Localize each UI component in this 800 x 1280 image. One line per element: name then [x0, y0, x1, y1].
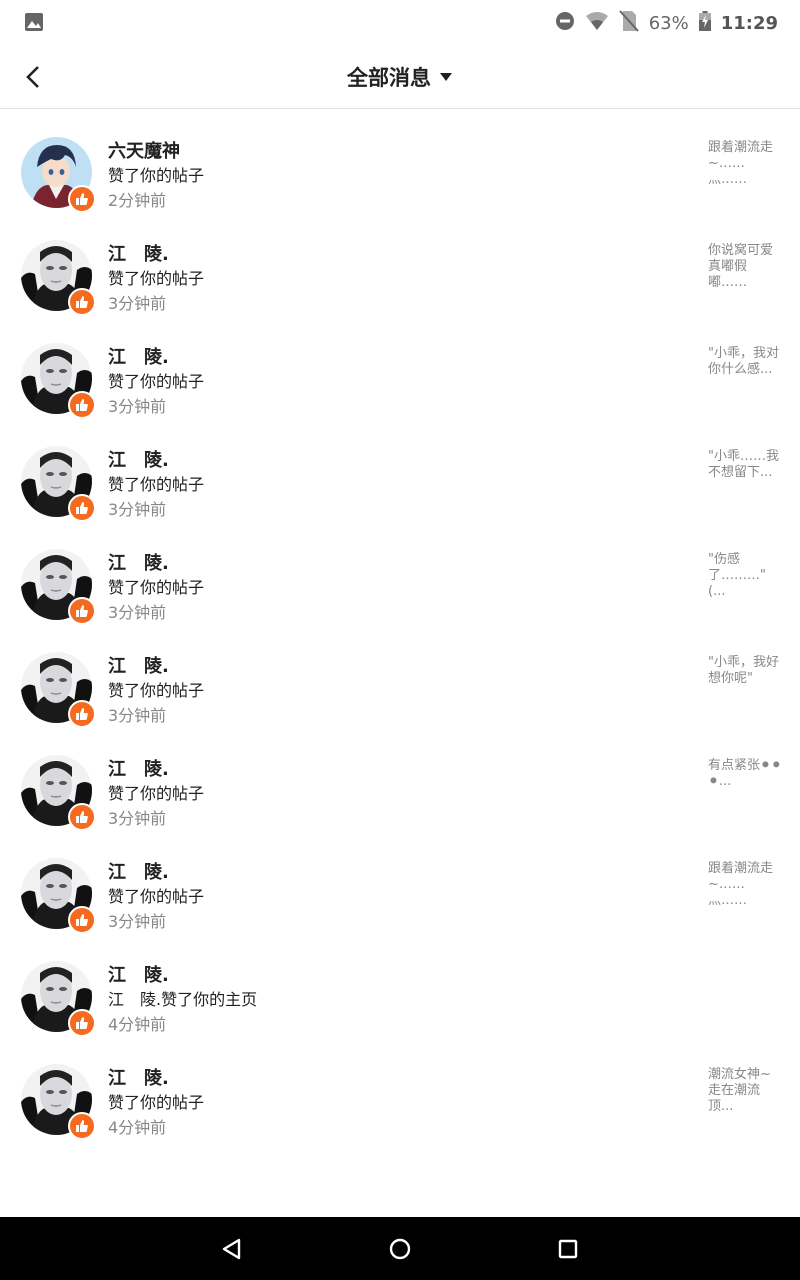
notification-action: 赞了你的帖子: [108, 578, 205, 597]
username[interactable]: 江 陵.: [108, 858, 169, 884]
like-thumb-icon: [68, 1009, 96, 1037]
notification-action: 赞了你的帖子: [108, 681, 205, 700]
post-preview[interactable]: "小乖，我对你什么感...: [708, 346, 782, 378]
notification-item[interactable]: 江 陵. 赞了你的帖子 3分钟前 "伤感了………"(...: [0, 535, 800, 638]
notification-item[interactable]: 江 陵. 赞了你的帖子 3分钟前 "小乖，我对你什么感...: [0, 329, 800, 432]
battery-charging-icon: [698, 11, 711, 35]
username[interactable]: 江 陵.: [108, 549, 169, 575]
do-not-disturb-icon: [555, 11, 575, 35]
username[interactable]: 六天魔神: [108, 137, 180, 163]
message-filter-dropdown[interactable]: 全部消息: [0, 46, 800, 108]
like-thumb-icon: [68, 391, 96, 419]
timestamp: 2分钟前: [108, 191, 167, 210]
like-thumb-icon: [68, 906, 96, 934]
username[interactable]: 江 陵.: [108, 240, 169, 266]
notification-item[interactable]: 江 陵. 赞了你的帖子 3分钟前 有点紧张⚫⚫⚫...: [0, 741, 800, 844]
battery-percent: 63%: [648, 12, 689, 34]
status-bar: 63% 11:29: [0, 0, 800, 46]
notification-item[interactable]: 江 陵. 赞了你的帖子 4分钟前 潮流女神~走在潮流顶...: [0, 1050, 800, 1153]
timestamp: 3分钟前: [108, 706, 167, 725]
square-recents-icon: [558, 1239, 578, 1259]
username[interactable]: 江 陵.: [108, 446, 169, 472]
timestamp: 3分钟前: [108, 294, 167, 313]
timestamp: 3分钟前: [108, 809, 167, 828]
page-title: 全部消息: [347, 66, 431, 90]
notification-action: 赞了你的帖子: [108, 166, 205, 185]
post-preview[interactable]: 有点紧张⚫⚫⚫...: [708, 758, 782, 790]
like-thumb-icon: [68, 185, 96, 213]
notification-item[interactable]: 江 陵. 赞了你的帖子 3分钟前 跟着潮流走~……灬……: [0, 844, 800, 947]
navigation-bar: [0, 1217, 800, 1280]
notification-item[interactable]: 江 陵. 赞了你的帖子 3分钟前 "小乖，我好想你呢": [0, 638, 800, 741]
notification-item[interactable]: 江 陵. 赞了你的帖子 3分钟前 你说窝可爱真嘟假嘟……: [0, 226, 800, 329]
clock: 11:29: [720, 12, 778, 34]
no-sim-icon: [618, 10, 639, 36]
username[interactable]: 江 陵.: [108, 961, 169, 987]
notification-item[interactable]: 江 陵. 江 陵.赞了你的主页 4分钟前: [0, 947, 800, 1050]
triangle-back-icon: [222, 1238, 241, 1260]
notification-action: 江 陵.赞了你的主页: [108, 990, 258, 1009]
timestamp: 3分钟前: [108, 397, 167, 416]
post-preview[interactable]: 潮流女神~走在潮流顶...: [708, 1067, 782, 1115]
app-header: 全部消息: [0, 46, 800, 109]
triangle-down-icon: [440, 73, 452, 81]
like-thumb-icon: [68, 597, 96, 625]
nav-recents-button[interactable]: [555, 1236, 581, 1262]
username[interactable]: 江 陵.: [108, 343, 169, 369]
nav-back-button[interactable]: [219, 1236, 245, 1262]
notification-item[interactable]: 六天魔神赞了你的帖子 2分钟前 跟着潮流走~……灬……: [0, 123, 800, 226]
post-preview[interactable]: "小乖……我不想留下...: [708, 449, 782, 481]
notification-action: 赞了你的帖子: [108, 475, 205, 494]
wifi-icon: [585, 11, 609, 35]
like-thumb-icon: [68, 803, 96, 831]
timestamp: 4分钟前: [108, 1015, 167, 1034]
circle-home-icon: [389, 1238, 411, 1260]
nav-home-button[interactable]: [387, 1236, 413, 1262]
notification-action: 赞了你的帖子: [108, 269, 205, 288]
timestamp: 3分钟前: [108, 912, 167, 931]
like-thumb-icon: [68, 700, 96, 728]
like-thumb-icon: [68, 1112, 96, 1140]
post-preview[interactable]: 跟着潮流走~……灬……: [708, 861, 782, 909]
timestamp: 3分钟前: [108, 500, 167, 519]
timestamp: 3分钟前: [108, 603, 167, 622]
notification-action: 赞了你的帖子: [108, 887, 205, 906]
notification-item[interactable]: 赞了你的帖子2分钟前走在潮流顶...: [0, 108, 800, 123]
notification-action: 赞了你的帖子: [108, 372, 205, 391]
image-icon: [24, 12, 44, 36]
username[interactable]: 江 陵.: [108, 755, 169, 781]
notification-action: 赞了你的帖子: [108, 784, 205, 803]
username[interactable]: 江 陵.: [108, 652, 169, 678]
post-preview[interactable]: "小乖，我好想你呢": [708, 655, 782, 687]
timestamp: 4分钟前: [108, 1118, 167, 1137]
notification-action: 赞了你的帖子: [108, 1093, 205, 1112]
username[interactable]: 江 陵.: [108, 1064, 169, 1090]
post-preview[interactable]: 你说窝可爱真嘟假嘟……: [708, 243, 782, 291]
post-preview[interactable]: "伤感了………"(...: [708, 552, 782, 600]
like-thumb-icon: [68, 288, 96, 316]
post-preview[interactable]: 跟着潮流走~……灬……: [708, 140, 782, 188]
like-thumb-icon: [68, 494, 96, 522]
notification-item[interactable]: 江 陵. 赞了你的帖子 3分钟前 "小乖……我不想留下...: [0, 432, 800, 535]
notification-list[interactable]: 赞了你的帖子2分钟前走在潮流顶...六天魔神赞了你的帖子2分钟前跟着潮流走~………: [0, 108, 800, 1217]
